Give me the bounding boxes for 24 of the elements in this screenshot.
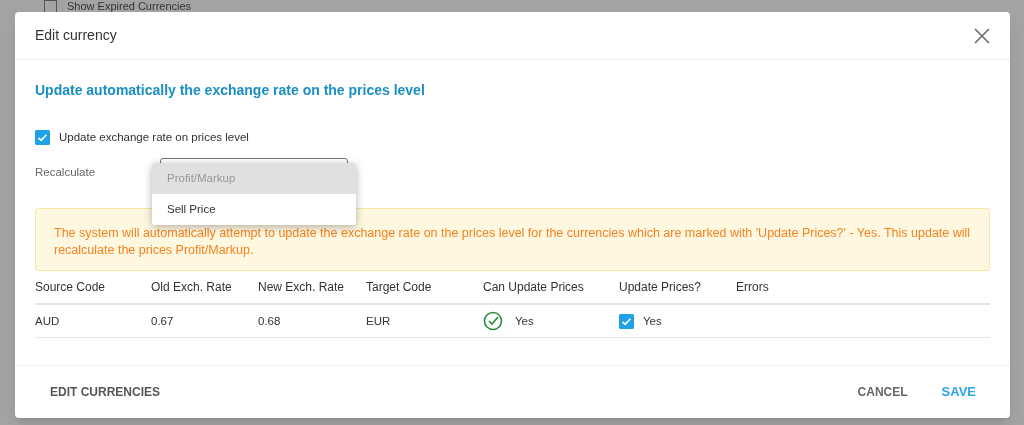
- column-header: Old Exch. Rate: [151, 279, 233, 297]
- cancel-button[interactable]: CANCEL: [845, 377, 920, 407]
- column-header: Errors: [736, 279, 770, 297]
- close-icon[interactable]: [974, 27, 990, 44]
- table-cell: 0.68: [258, 314, 281, 327]
- checkbox[interactable]: [35, 130, 50, 146]
- column-header: Target Code: [366, 279, 433, 297]
- table-cell: EUR: [366, 314, 391, 327]
- dropdown-option[interactable]: Sell Price: [152, 194, 356, 225]
- edit-currencies-button[interactable]: EDIT CURRENCIES: [37, 377, 173, 407]
- checkbox-label: Show Expired Currencies: [67, 0, 192, 12]
- recalculate-label: Recalculate: [35, 164, 97, 180]
- column-header: Source Code: [35, 279, 107, 297]
- table-cell-text: Yes: [515, 313, 534, 329]
- table-cell-text: Yes: [643, 313, 662, 329]
- dialog-title: Edit currency: [35, 26, 117, 45]
- table-cell: 0.67: [151, 314, 174, 327]
- column-header: Update Prices?: [619, 279, 703, 297]
- checkbox-label: Update exchange rate on prices level: [59, 130, 249, 145]
- column-header: Can Update Prices: [483, 279, 585, 297]
- table-cell: AUD: [35, 314, 60, 327]
- section-heading: Update automatically the exchange rate on the prices level: [35, 81, 426, 100]
- checkbox[interactable]: [619, 313, 634, 329]
- column-header: New Exch. Rate: [258, 279, 346, 297]
